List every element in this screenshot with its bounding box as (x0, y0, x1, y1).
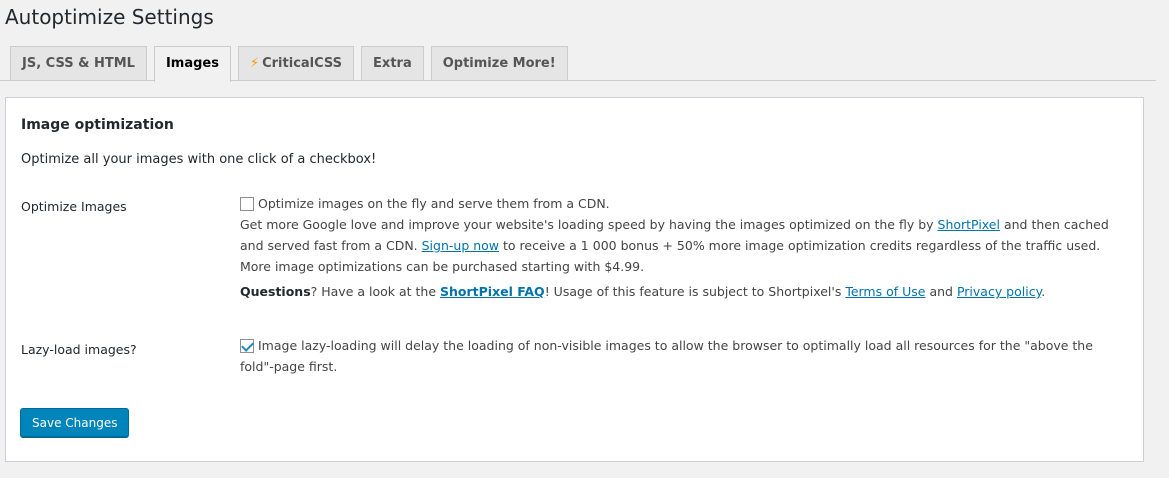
questions-text: ? Have a look at the (310, 284, 441, 299)
tab-criticalcss[interactable]: ⚡ CriticalCSS (237, 46, 355, 80)
tab-label: JS, CSS & HTML (22, 56, 135, 71)
optimize-images-checkbox-text: Optimize images on the fly and serve the… (258, 196, 610, 211)
tab-label: Optimize More! (442, 56, 556, 71)
optimize-images-label: Optimize Images (21, 199, 127, 214)
tab-label: Images (165, 56, 219, 71)
questions-label: Questions (240, 284, 311, 299)
desc-text: Get more Google love and improve your we… (240, 217, 938, 232)
lazy-load-checkbox[interactable] (240, 339, 254, 353)
questions-text: . (1041, 284, 1046, 299)
lazy-load-checkbox-text: Image lazy-loading will delay the loadin… (240, 338, 1093, 374)
settings-panel: Image optimization Optimize all your ima… (5, 97, 1144, 462)
tab-label: CriticalCSS (262, 56, 343, 71)
tab-extra[interactable]: Extra (361, 46, 424, 80)
tab-js-css-html[interactable]: JS, CSS & HTML (10, 46, 147, 80)
optimize-images-option: Optimize images on the fly and serve the… (240, 193, 1120, 214)
questions-text: ! Usage of this feature is subject to Sh… (544, 284, 846, 299)
optimize-images-description: Get more Google love and improve your we… (240, 214, 1120, 277)
section-intro: Optimize all your images with one click … (21, 152, 377, 167)
questions-text: and (925, 284, 957, 299)
save-changes-button[interactable]: Save Changes (20, 408, 130, 437)
tab-label: Extra (373, 56, 412, 71)
questions-line: Questions? Have a look at the ShortPixel… (240, 281, 1120, 302)
privacy-policy-link[interactable]: Privacy policy (957, 284, 1041, 299)
lazy-load-label: Lazy-load images? (21, 342, 137, 357)
shortpixel-faq-link[interactable]: ShortPixel FAQ (440, 284, 545, 299)
section-title: Image optimization (21, 117, 174, 133)
lightning-icon: ⚡ (249, 56, 260, 71)
tab-images[interactable]: Images (153, 46, 231, 82)
settings-tabs: JS, CSS & HTML Images ⚡ CriticalCSS Extra… (10, 46, 575, 82)
page-title: Autoptimize Settings (5, 5, 214, 29)
terms-of-use-link[interactable]: Terms of Use (845, 284, 925, 299)
signup-link[interactable]: Sign-up now (422, 238, 499, 253)
shortpixel-link[interactable]: ShortPixel (938, 217, 1000, 232)
lazy-load-field: Image lazy-loading will delay the loadin… (240, 335, 1120, 377)
optimize-images-checkbox[interactable] (240, 197, 254, 211)
tab-optimize-more[interactable]: Optimize More! (430, 46, 568, 80)
optimize-images-field: Optimize images on the fly and serve the… (240, 193, 1120, 302)
